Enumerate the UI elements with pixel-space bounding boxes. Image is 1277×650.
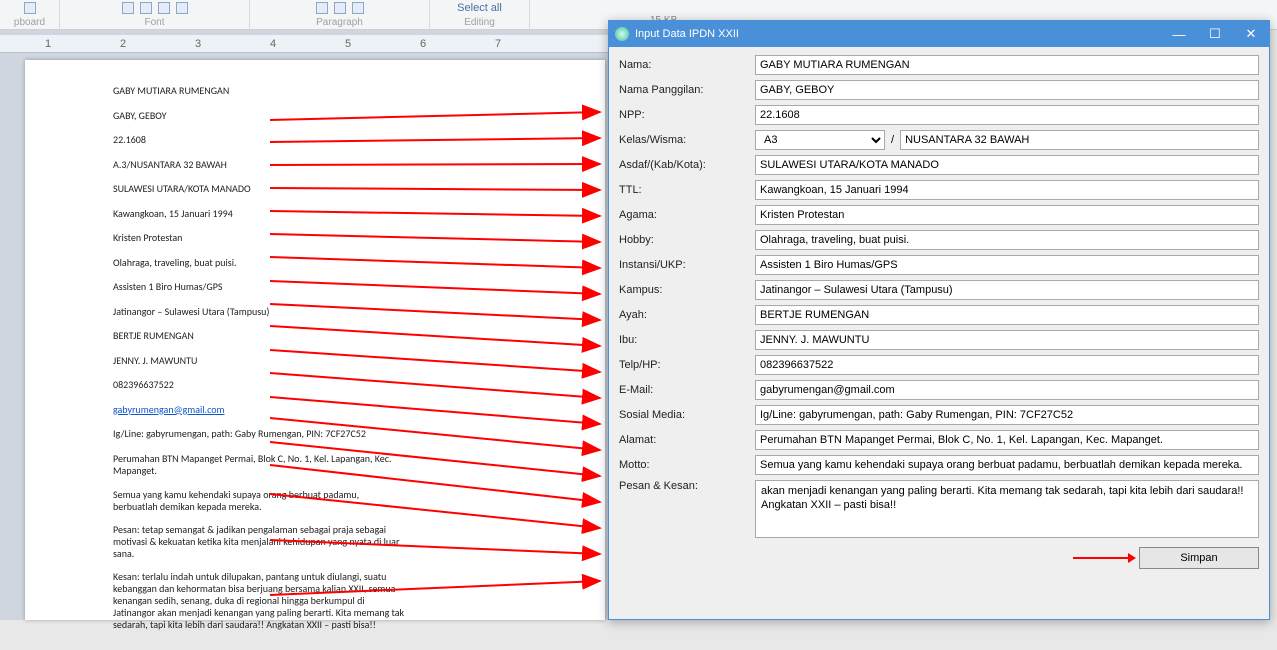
doc-line: gabyrumengan@gmail.com [113,404,405,416]
label-hobby: Hobby: [619,234,755,246]
ruler-mark: 1 [45,38,51,50]
font-icon[interactable] [176,2,188,14]
label-ibu: Ibu: [619,334,755,346]
label-instansi: Instansi/UKP: [619,259,755,271]
minimize-button[interactable]: — [1161,21,1197,47]
document-page: GABY MUTIARA RUMENGAN GABY, GEBOY 22.1608 A… [25,60,605,620]
doc-line: Pesan: tetap semangat & jadikan pengalam… [113,524,405,560]
input-agama[interactable] [755,205,1259,225]
input-hobby[interactable] [755,230,1259,250]
input-alamat[interactable] [755,430,1259,450]
para-icon[interactable] [334,2,346,14]
slash-sep: / [889,134,896,146]
ruler-mark: 2 [120,38,126,50]
doc-line: Kawangkoan, 15 Januari 1994 [113,208,405,220]
font-icon[interactable] [122,2,134,14]
input-ayah[interactable] [755,305,1259,325]
ribbon-label-editing: Editing [464,16,495,28]
input-wisma[interactable] [900,130,1259,150]
ruler-mark: 6 [420,38,426,50]
ribbon-label-font: Font [144,16,164,28]
ruler-mark: 4 [270,38,276,50]
doc-line: BERTJE RUMENGAN [113,330,405,342]
ribbon-font: Font [60,0,250,30]
ribbon-label-clipboard: pboard [14,16,45,28]
input-panggilan[interactable] [755,80,1259,100]
label-kampus: Kampus: [619,284,755,296]
doc-line: GABY MUTIARA RUMENGAN [113,85,405,97]
para-icon[interactable] [316,2,328,14]
label-panggilan: Nama Panggilan: [619,84,755,96]
ribbon-editing: Select all Editing [430,0,530,30]
ribbon-paragraph: Paragraph [250,0,430,30]
doc-line: Perumahan BTN Mapanget Permai, Blok C, N… [113,453,405,477]
annotation-arrow-simpan [1073,557,1133,559]
ribbon-clipboard: pboard [0,0,60,30]
label-telp: Telp/HP: [619,359,755,371]
label-nama: Nama: [619,59,755,71]
label-alamat: Alamat: [619,434,755,446]
input-nama[interactable] [755,55,1259,75]
label-asdaf: Asdaf/(Kab/Kota): [619,159,755,171]
input-email[interactable] [755,380,1259,400]
doc-line: 082396637522 [113,379,405,391]
doc-line: Assisten 1 Biro Humas/GPS [113,281,405,293]
label-agama: Agama: [619,209,755,221]
doc-line: 22.1608 [113,134,405,146]
doc-line: Ig/Line: gabyrumengan, path: Gaby Rumeng… [113,428,405,440]
label-npp: NPP: [619,109,755,121]
maximize-button[interactable]: ☐ [1197,21,1233,47]
horizontal-ruler: 1 2 3 4 5 6 7 [0,35,610,53]
input-instansi[interactable] [755,255,1259,275]
label-pesan: Pesan & Kesan: [619,480,755,492]
input-telp[interactable] [755,355,1259,375]
input-dialog: Input Data IPDN XXII — ☐ ✕ Nama: Nama Pa… [608,20,1270,620]
input-motto[interactable] [755,455,1259,475]
para-icon[interactable] [352,2,364,14]
input-asdaf[interactable] [755,155,1259,175]
simpan-button[interactable]: Simpan [1139,547,1259,569]
input-kampus[interactable] [755,280,1259,300]
label-ayah: Ayah: [619,309,755,321]
label-ttl: TTL: [619,184,755,196]
textarea-pesan[interactable]: akan menjadi kenangan yang paling berart… [755,480,1259,538]
label-kelas: Kelas/Wisma: [619,134,755,146]
doc-line: Semua yang kamu kehendaki supaya orang b… [113,489,405,513]
select-all-button[interactable]: Select all [457,2,502,14]
select-kelas[interactable]: A3 [755,130,885,150]
doc-line: JENNY. J. MAWUNTU [113,355,405,367]
font-icon[interactable] [158,2,170,14]
doc-line: A.3/NUSANTARA 32 BAWAH [113,159,405,171]
ruler-mark: 3 [195,38,201,50]
doc-line: Kristen Protestan [113,232,405,244]
input-ttl[interactable] [755,180,1259,200]
ruler-mark: 7 [495,38,501,50]
app-icon [615,27,629,41]
label-email: E-Mail: [619,384,755,396]
label-sosmed: Sosial Media: [619,409,755,421]
doc-line: GABY, GEBOY [113,110,405,122]
input-ibu[interactable] [755,330,1259,350]
doc-line: Kesan: terlalu indah untuk dilupakan, pa… [113,571,405,631]
close-button[interactable]: ✕ [1233,21,1269,47]
doc-line: Jatinangor – Sulawesi Utara (Tampusu) [113,306,405,318]
doc-line: Olahraga, traveling, buat puisi. [113,257,405,269]
dialog-title: Input Data IPDN XXII [635,28,739,40]
form-area: Nama: Nama Panggilan: NPP: Kelas/Wisma: … [609,47,1269,619]
clipboard-icon[interactable] [24,2,36,14]
font-icon[interactable] [140,2,152,14]
ruler-mark: 5 [345,38,351,50]
label-motto: Motto: [619,459,755,471]
input-sosmed[interactable] [755,405,1259,425]
doc-line: SULAWESI UTARA/KOTA MANADO [113,183,405,195]
document-pane: 1 2 3 4 5 6 7 GABY MUTIARA RUMENGAN GABY, GEBOY… [0,30,610,620]
dialog-titlebar[interactable]: Input Data IPDN XXII — ☐ ✕ [609,21,1269,47]
ribbon-label-paragraph: Paragraph [316,16,363,28]
input-npp[interactable] [755,105,1259,125]
